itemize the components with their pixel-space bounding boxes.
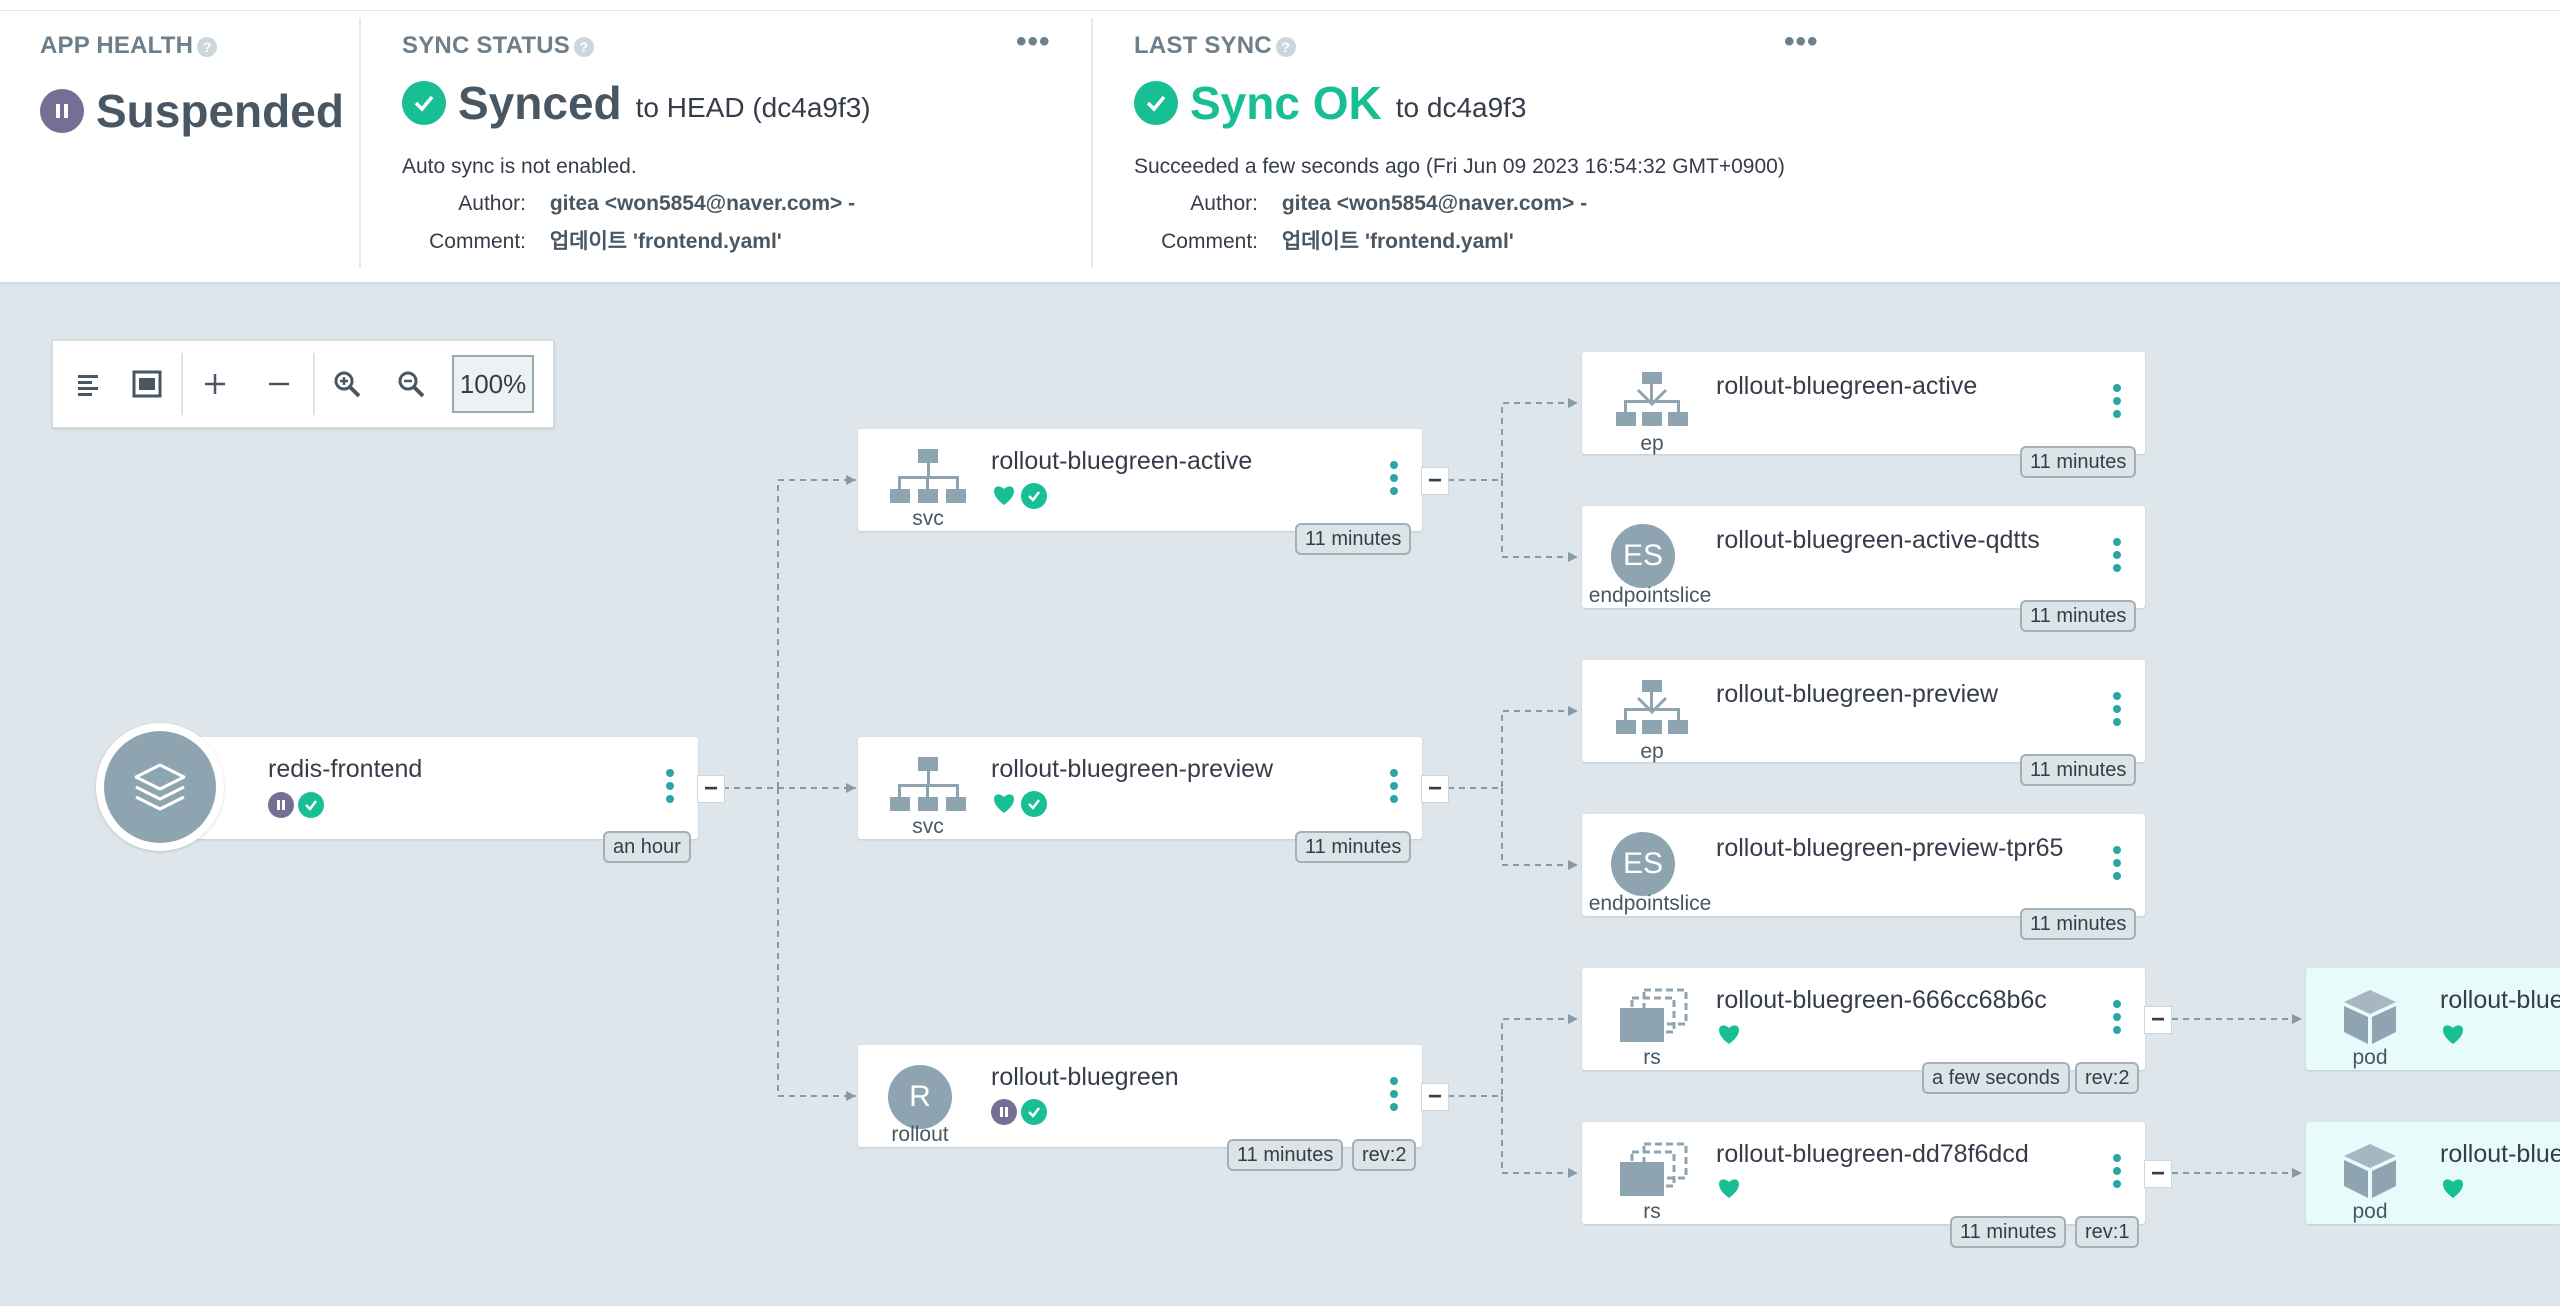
layers-icon xyxy=(104,731,216,843)
kind-label: rs xyxy=(1643,1046,1661,1069)
resource-node-rs-666cc68b6c[interactable]: rs rollout-bluegreen-666cc68b6c xyxy=(1582,968,2145,1070)
app-node-redis-frontend[interactable]: redis-frontend xyxy=(160,737,698,839)
zoom-in-icon[interactable] xyxy=(189,359,241,409)
age-tag: a few seconds xyxy=(1922,1062,2070,1094)
node-menu-icon[interactable] xyxy=(1390,1077,1398,1117)
healthy-heart-icon xyxy=(2440,1022,2466,1051)
age-tag: 11 minutes xyxy=(2020,754,2137,786)
resource-node-pod-2[interactable]: pod rollout-blue xyxy=(2306,1122,2560,1224)
endpointslice-icon: ES xyxy=(1611,832,1675,896)
resource-node-rs-dd78f6dcd[interactable]: rs rollout-bluegreen-dd78f6dcd xyxy=(1582,1122,2145,1224)
resource-node-rollout[interactable]: R rollout rollout-bluegreen xyxy=(858,1045,1422,1147)
age-tag: 11 minutes xyxy=(1950,1216,2067,1248)
node-menu-icon[interactable] xyxy=(2113,538,2121,578)
kind-label: endpointslice xyxy=(1588,584,1712,607)
toolbar-divider xyxy=(181,353,183,415)
kind-label: ep xyxy=(1640,432,1664,455)
suspended-icon xyxy=(991,1099,1017,1125)
node-title: rollout-bluegreen xyxy=(991,1063,1179,1091)
kind-label: svc xyxy=(912,815,944,838)
age-tag: an hour xyxy=(603,831,691,863)
node-menu-icon[interactable] xyxy=(2113,1154,2121,1194)
node-menu-icon[interactable] xyxy=(2113,384,2121,424)
resource-node-endpointslice-preview[interactable]: ES endpointslice rollout-bluegreen-previ… xyxy=(1582,814,2145,916)
kind-label: rs xyxy=(1643,1200,1661,1223)
resource-node-svc-active[interactable]: svc rollout-bluegreen-active xyxy=(858,429,1422,531)
node-menu-icon[interactable] xyxy=(1390,461,1398,501)
node-title: rollout-bluegreen-preview-tpr65 xyxy=(1716,834,2064,862)
synced-check-icon xyxy=(1021,1099,1047,1125)
node-menu-icon[interactable] xyxy=(2113,846,2121,886)
service-icon xyxy=(878,757,978,818)
age-tag: 11 minutes xyxy=(2020,600,2137,632)
resource-node-ep-preview[interactable]: ep rollout-bluegreen-preview xyxy=(1582,660,2145,763)
endpoints-icon xyxy=(1602,372,1702,433)
pod-cube-icon xyxy=(2320,1140,2420,1205)
age-tag: 11 minutes xyxy=(2020,446,2137,478)
node-menu-icon[interactable] xyxy=(1390,769,1398,809)
node-title: rollout-bluegreen-dd78f6dcd xyxy=(1716,1140,2029,1168)
suspended-icon xyxy=(268,792,294,818)
age-tag: 11 minutes xyxy=(2020,908,2137,940)
collapse-toggle[interactable]: − xyxy=(2144,1160,2172,1188)
kind-label: endpointslice xyxy=(1588,892,1712,915)
list-view-icon[interactable] xyxy=(63,359,115,409)
kind-label: ep xyxy=(1640,740,1664,763)
replicaset-icon xyxy=(1604,1142,1704,1203)
revision-tag: rev:1 xyxy=(2075,1216,2140,1248)
toolbar-divider xyxy=(313,353,315,415)
endpoints-icon xyxy=(1602,680,1702,741)
endpointslice-icon: ES xyxy=(1611,524,1675,588)
zoom-in-magnifier-icon[interactable] xyxy=(321,359,373,409)
node-title: rollout-bluegreen-666cc68b6c xyxy=(1716,986,2047,1014)
resource-node-svc-preview[interactable]: svc rollout-bluegreen-preview xyxy=(858,737,1422,839)
revision-tag: rev:2 xyxy=(2075,1062,2140,1094)
zoom-level[interactable]: 100% xyxy=(452,355,534,413)
node-title: rollout-bluegreen-active xyxy=(1716,372,1978,400)
graph-toolbar: 100% xyxy=(52,340,554,428)
revision-tag: rev:2 xyxy=(1352,1139,1417,1171)
synced-check-icon xyxy=(1021,791,1047,817)
age-tag: 11 minutes xyxy=(1227,1139,1344,1171)
kind-label: pod xyxy=(2352,1200,2388,1223)
synced-check-icon xyxy=(1021,483,1047,509)
fit-view-icon[interactable] xyxy=(121,359,173,409)
collapse-toggle[interactable]: − xyxy=(697,775,725,803)
collapse-toggle[interactable]: − xyxy=(1421,1083,1449,1111)
healthy-heart-icon xyxy=(2440,1176,2466,1205)
healthy-heart-icon xyxy=(991,791,1017,820)
node-menu-icon[interactable] xyxy=(2113,692,2121,732)
zoom-out-icon[interactable] xyxy=(253,359,305,409)
replicaset-icon xyxy=(1604,988,1704,1049)
resource-node-pod-1[interactable]: pod rollout-blue xyxy=(2306,968,2560,1070)
collapse-toggle[interactable]: − xyxy=(1421,775,1449,803)
node-title: rollout-blue xyxy=(2440,1140,2560,1168)
healthy-heart-icon xyxy=(1716,1176,1742,1205)
node-title: rollout-bluegreen-preview xyxy=(1716,680,1999,708)
node-menu-icon[interactable] xyxy=(2113,1000,2121,1040)
node-title: rollout-bluegreen-preview xyxy=(991,755,1274,783)
collapse-toggle[interactable]: − xyxy=(1421,467,1449,495)
zoom-out-magnifier-icon[interactable] xyxy=(385,359,437,409)
resource-node-endpointslice-active[interactable]: ES endpointslice rollout-bluegreen-activ… xyxy=(1582,506,2145,608)
healthy-heart-icon xyxy=(1716,1022,1742,1051)
age-tag: 11 minutes xyxy=(1295,831,1412,863)
kind-label: pod xyxy=(2352,1046,2388,1069)
service-icon xyxy=(878,449,978,510)
node-title: rollout-bluegreen-active-qdtts xyxy=(1716,526,2040,554)
kind-label: svc xyxy=(912,507,944,530)
node-title: redis-frontend xyxy=(268,755,423,783)
healthy-heart-icon xyxy=(991,483,1017,512)
resource-node-ep-active[interactable]: ep rollout-bluegreen-active xyxy=(1582,352,2145,455)
node-menu-icon[interactable] xyxy=(666,769,674,809)
rollout-icon: R xyxy=(888,1065,952,1129)
app-icon-ring xyxy=(96,723,224,851)
synced-check-icon xyxy=(298,792,324,818)
node-title: rollout-bluegreen-active xyxy=(991,447,1253,475)
age-tag: 11 minutes xyxy=(1295,523,1412,555)
kind-label: rollout xyxy=(891,1123,949,1146)
pod-cube-icon xyxy=(2320,986,2420,1051)
collapse-toggle[interactable]: − xyxy=(2144,1006,2172,1034)
node-title: rollout-blue xyxy=(2440,986,2560,1014)
